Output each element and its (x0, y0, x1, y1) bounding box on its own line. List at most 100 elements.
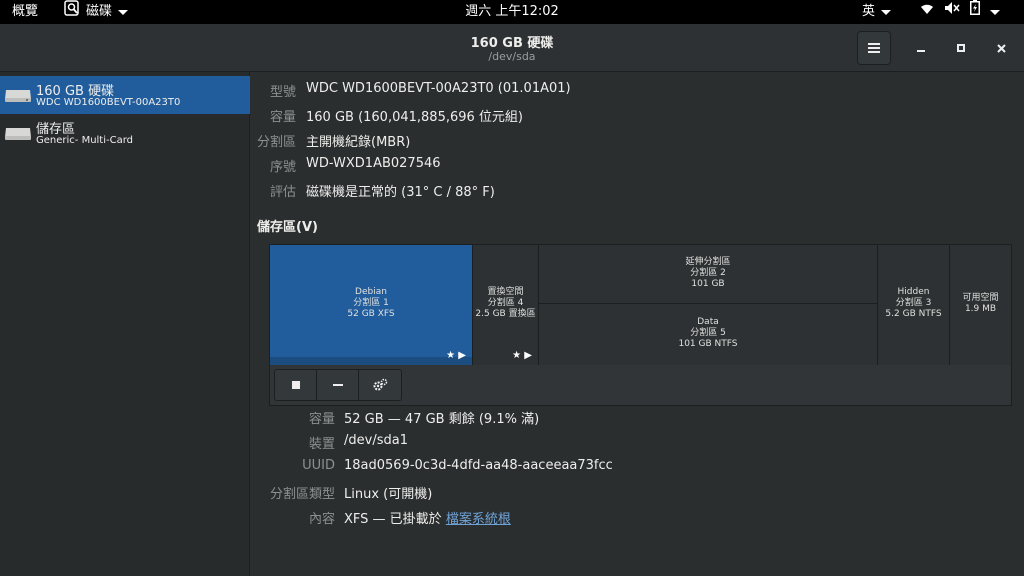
volume-size: 101 GB NTFS (678, 339, 738, 349)
minimize-button[interactable] (910, 37, 932, 59)
volume-partition: 分割區 2 (690, 268, 726, 278)
minus-icon (332, 384, 343, 386)
close-button[interactable] (990, 37, 1012, 59)
activities-label: 概覽 (12, 4, 39, 19)
card-reader-icon (5, 128, 31, 140)
drive-details: 型號 WDC WD1600BEVT-00A23T0 (01.01A01) 容量 … (251, 72, 1024, 576)
maximize-icon (957, 44, 965, 52)
serial-label: 序號 (269, 160, 296, 175)
uuid-value: 18ad0569-0c3d-4dfd-aa48-aaceeaa73fcc (344, 458, 613, 473)
minimize-icon (917, 50, 925, 52)
volume-label: 置換空間 (487, 287, 524, 297)
star-icon: ★ (446, 350, 456, 361)
volume-muted-icon (944, 0, 960, 24)
partition-size-label: 容量 (308, 412, 335, 427)
volume-partition: 分割區 3 (895, 298, 932, 308)
partition-type-row: 分割區類型 Linux (可開機) (251, 483, 1024, 503)
serial-value: WD-WXD1AB027546 (306, 156, 441, 171)
stop-icon (291, 381, 300, 389)
uuid-row: UUID 18ad0569-0c3d-4dfd-aa48-aaceeaa73fc… (251, 458, 1024, 478)
disks-app-icon (64, 0, 80, 25)
input-method-button[interactable]: 英 (862, 0, 892, 24)
volume-toolbar (274, 369, 402, 401)
close-icon (996, 43, 1006, 53)
maximize-button[interactable] (950, 37, 972, 59)
drive-item-card-reader[interactable]: 儲存區 Generic- Multi-Card (0, 114, 250, 152)
uuid-label: UUID (302, 458, 335, 473)
volume-status-icons: ★ ▶ (512, 350, 532, 361)
input-method-label: 英 (862, 4, 876, 19)
hard-disk-icon (5, 90, 31, 102)
activities-button[interactable]: 概覽 (12, 0, 38, 24)
volume-partition: 分割區 4 (487, 298, 524, 308)
partitioning-row: 分割區 主開機紀錄(MBR) (251, 131, 1024, 151)
volume-free-space[interactable]: 可用空間 1.9 MB (950, 245, 1011, 365)
header-bar: 160 GB 硬碟 /dev/sda (0, 24, 1024, 72)
battery-charging-icon (970, 0, 980, 24)
clock[interactable]: 週六 上午12:02 (465, 4, 559, 19)
system-status-button[interactable] (920, 0, 1000, 24)
volume-label: Debian (355, 287, 387, 297)
assessment-row: 評估 磁碟機是正常的 (31° C / 88° F) (251, 181, 1024, 201)
volume-partition: 分割區 1 (353, 298, 389, 308)
volume-size: 2.5 GB 置換區 (475, 309, 536, 319)
volume-label: 可用空間 (962, 293, 999, 303)
device-label: 裝置 (308, 437, 335, 452)
wifi-icon (920, 0, 934, 24)
volume-label: 延伸分割區 (685, 257, 731, 267)
size-row: 容量 160 GB (160,041,885,696 位元組) (251, 106, 1024, 126)
contents-value: XFS — 已掛載於 檔案系統根 (344, 508, 511, 527)
star-icon: ★ (512, 350, 522, 361)
mounted-play-icon: ▶ (458, 350, 466, 361)
volume-label: Hidden (897, 287, 930, 297)
assessment-value: 磁碟機是正常的 (31° C / 88° F) (306, 185, 495, 200)
volumes-heading: 儲存區(V) (257, 220, 318, 235)
volume-label: Data (697, 317, 719, 327)
volume-size: 1.9 MB (964, 304, 997, 314)
size-value: 160 GB (160,041,885,696 位元組) (306, 110, 523, 125)
delete-partition-button[interactable] (317, 370, 359, 400)
model-row: 型號 WDC WD1600BEVT-00A23T0 (01.01A01) (251, 81, 1024, 101)
volume-swap[interactable]: 置換空間 分割區 4 2.5 GB 置換區 ★ ▶ (473, 245, 539, 365)
partition-size-value: 52 GB — 47 GB 剩餘 (9.1% 滿) (344, 412, 540, 427)
unmount-button[interactable] (275, 370, 317, 400)
partition-type-label: 分割區類型 (269, 487, 335, 502)
model-value: WDC WD1600BEVT-00A23T0 (01.01A01) (306, 81, 571, 96)
mount-point-link[interactable]: 檔案系統根 (446, 512, 511, 527)
gears-icon (373, 378, 388, 391)
volume-debian[interactable]: Debian 分割區 1 52 GB XFS ★ ▶ (270, 245, 473, 365)
chevron-down-icon (990, 9, 1000, 15)
volume-map: Debian 分割區 1 52 GB XFS ★ ▶ 置換空間 分割區 4 2.… (269, 244, 1012, 406)
assessment-label: 評估 (269, 185, 296, 200)
top-bar: 概覽 磁碟 週六 上午12:02 英 (0, 0, 1024, 24)
volume-size: 52 GB XFS (347, 309, 395, 319)
volume-size: 101 GB (691, 279, 725, 289)
more-actions-button[interactable] (359, 370, 401, 400)
chevron-down-icon (118, 9, 129, 15)
volume-partition: 分割區 5 (690, 328, 726, 338)
partition-type-value: Linux (可開機) (344, 487, 433, 502)
volume-size: 5.2 GB NTFS (885, 309, 942, 319)
drive-item-hdd[interactable]: 160 GB 硬碟 WDC WD1600BEVT-00A23T0 (0, 76, 250, 114)
partition-size-row: 容量 52 GB — 47 GB 剩餘 (9.1% 滿) (251, 408, 1024, 428)
partitioning-value: 主開機紀錄(MBR) (306, 135, 411, 150)
drive-menu-button[interactable] (857, 31, 891, 65)
serial-row: 序號 WD-WXD1AB027546 (251, 156, 1024, 176)
volume-status-icons: ★ ▶ (446, 350, 466, 361)
volume-hidden[interactable]: Hidden 分割區 3 5.2 GB NTFS (878, 245, 950, 365)
model-label: 型號 (269, 85, 296, 100)
app-menu-button[interactable]: 磁碟 (64, 0, 129, 25)
drive-list: 160 GB 硬碟 WDC WD1600BEVT-00A23T0 儲存區 Gen… (0, 72, 250, 576)
hamburger-icon (868, 43, 880, 53)
contents-label: 內容 (308, 512, 335, 527)
volume-extended[interactable]: 延伸分割區 分割區 2 101 GB (539, 245, 878, 304)
device-value: /dev/sda1 (344, 433, 408, 448)
active-play-icon: ▶ (524, 350, 532, 361)
size-label: 容量 (269, 110, 296, 125)
partitioning-label: 分割區 (256, 135, 296, 150)
volume-data[interactable]: Data 分割區 5 101 GB NTFS (539, 304, 878, 365)
chevron-down-icon (881, 9, 892, 15)
usage-bar (270, 357, 472, 365)
drive-model: Generic- Multi-Card (36, 135, 134, 146)
drive-model: WDC WD1600BEVT-00A23T0 (36, 97, 181, 108)
